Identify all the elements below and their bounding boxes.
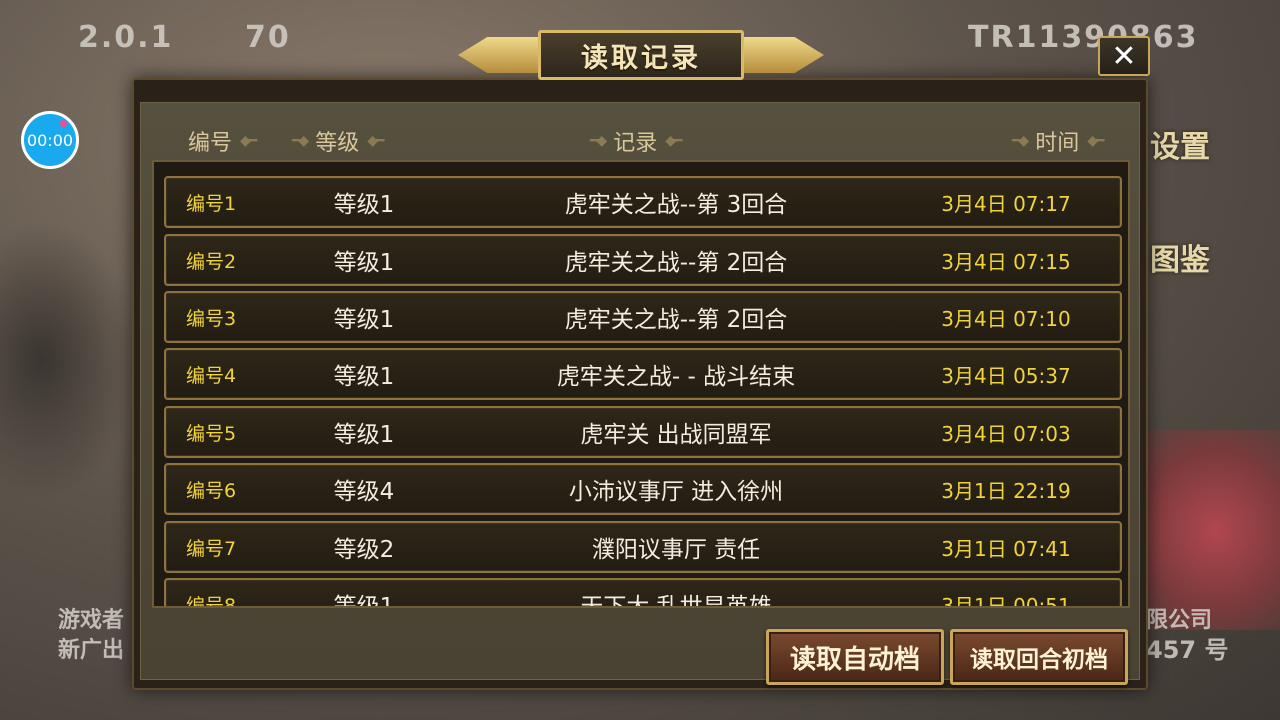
record-list[interactable]: 编号1 等级1 虎牢关之战--第 3回合 3月4日 07:17 编号2 等级1 … xyxy=(152,160,1130,608)
title-face: 读取记录 xyxy=(538,30,744,80)
record-description: 虎牢关之战--第 2回合 xyxy=(564,307,788,333)
column-id-label: 编号 xyxy=(188,131,233,156)
record-description: 虎牢关之战--第 3回合 xyxy=(564,192,788,218)
record-row[interactable]: 编号6 等级4 小沛议事厅 进入徐州 3月1日 22:19 xyxy=(164,463,1122,515)
dialog-title-plate: 读取记录 xyxy=(458,28,824,82)
record-row[interactable]: 编号1 等级1 虎牢关之战--第 3回合 3月4日 07:17 xyxy=(164,176,1122,228)
recording-timer[interactable]: 00:00 xyxy=(21,111,79,169)
record-time: 3月4日 07:15 xyxy=(941,249,1071,274)
ornament-icon: ◆━ xyxy=(240,133,257,149)
record-row[interactable]: 编号8 等级1 天下大 乱世显英雄 3月1日 00:51 xyxy=(164,578,1122,608)
record-description: 虎牢关之战- - 战斗结束 xyxy=(556,364,796,390)
background-shadow xyxy=(0,220,140,500)
record-description: 虎牢关 出战同盟军 xyxy=(580,422,772,448)
timer-display: 00:00 xyxy=(26,130,74,150)
close-icon: ✕ xyxy=(1111,38,1137,74)
record-level: 等级1 xyxy=(333,422,395,448)
load-auto-save-button[interactable]: 读取自动档 xyxy=(766,629,944,685)
column-header-time: ━◆ 时间 ◆━ xyxy=(1012,125,1104,157)
license-text-right-2: 457 号 xyxy=(1146,636,1229,664)
record-id: 编号7 xyxy=(186,537,237,560)
record-time: 3月4日 07:03 xyxy=(941,421,1071,446)
record-time: 3月1日 00:51 xyxy=(941,593,1071,608)
record-row[interactable]: 编号2 等级1 虎牢关之战--第 2回合 3月4日 07:15 xyxy=(164,234,1122,286)
record-time: 3月1日 22:19 xyxy=(941,478,1071,503)
record-level: 等级1 xyxy=(333,307,395,333)
record-description: 天下大 乱世显英雄 xyxy=(580,594,772,608)
record-time: 3月4日 07:17 xyxy=(941,191,1071,216)
record-time: 3月1日 07:41 xyxy=(941,536,1071,561)
record-description: 小沛议事厅 进入徐州 xyxy=(568,479,784,505)
column-time-label: 时间 xyxy=(1035,131,1080,156)
license-text-left-2: 新广出 xyxy=(58,638,125,663)
record-row[interactable]: 编号3 等级1 虎牢关之战--第 2回合 3月4日 07:10 xyxy=(164,291,1122,343)
record-description: 虎牢关之战--第 2回合 xyxy=(564,250,788,276)
ornament-icon: ━◆ xyxy=(590,133,607,149)
record-row[interactable]: 编号7 等级2 濮阳议事厅 责任 3月1日 07:41 xyxy=(164,521,1122,573)
record-id: 编号4 xyxy=(186,364,237,387)
record-id: 编号6 xyxy=(186,479,237,502)
record-time: 3月4日 05:37 xyxy=(941,363,1071,388)
version-label: 2.0.1 xyxy=(78,20,174,55)
column-record-label: 记录 xyxy=(613,131,658,156)
ornament-icon: ━◆ xyxy=(1012,133,1029,149)
record-level: 等级1 xyxy=(333,364,395,390)
load-round-start-save-button[interactable]: 读取回合初档 xyxy=(950,629,1128,685)
recording-dot-icon xyxy=(60,120,67,127)
record-row[interactable]: 编号4 等级1 虎牢关之战- - 战斗结束 3月4日 05:37 xyxy=(164,348,1122,400)
record-description: 濮阳议事厅 责任 xyxy=(591,537,761,563)
level-value: 70 xyxy=(245,20,291,55)
record-id: 编号8 xyxy=(186,594,237,608)
record-time: 3月4日 07:10 xyxy=(941,306,1071,331)
ornament-icon: ◆━ xyxy=(1087,133,1104,149)
dialog-title: 读取记录 xyxy=(581,42,701,74)
column-header-record: ━◆ 记录 ◆━ xyxy=(590,125,682,157)
guide-side-label: 图鉴 xyxy=(1150,243,1210,278)
column-header-id: 编号 ◆━ xyxy=(188,125,257,157)
column-headers: 编号 ◆━ ━◆ 等级 ◆━ ━◆ 记录 ◆━ ━◆ 时间 ◆━ xyxy=(160,125,1120,159)
record-row[interactable]: 编号5 等级1 虎牢关 出战同盟军 3月4日 07:03 xyxy=(164,406,1122,458)
settings-side-label: 设置 xyxy=(1150,130,1210,165)
column-header-level: ━◆ 等级 ◆━ xyxy=(292,125,384,157)
record-id: 编号3 xyxy=(186,307,237,330)
record-id: 编号5 xyxy=(186,422,237,445)
record-id: 编号2 xyxy=(186,250,237,273)
record-level: 等级4 xyxy=(333,479,395,505)
record-level: 等级2 xyxy=(333,537,395,563)
record-level: 等级1 xyxy=(333,250,395,276)
ornament-icon: ◆━ xyxy=(367,133,384,149)
record-level: 等级1 xyxy=(333,594,395,608)
player-id: TR11390863 xyxy=(968,20,1199,55)
license-text-left-1: 游戏者 xyxy=(58,608,125,633)
column-level-label: 等级 xyxy=(315,131,360,156)
record-id: 编号1 xyxy=(186,192,237,215)
record-level: 等级1 xyxy=(333,192,395,218)
ornament-icon: ◆━ xyxy=(665,133,682,149)
close-button[interactable]: ✕ xyxy=(1098,36,1150,76)
ornament-icon: ━◆ xyxy=(292,133,309,149)
